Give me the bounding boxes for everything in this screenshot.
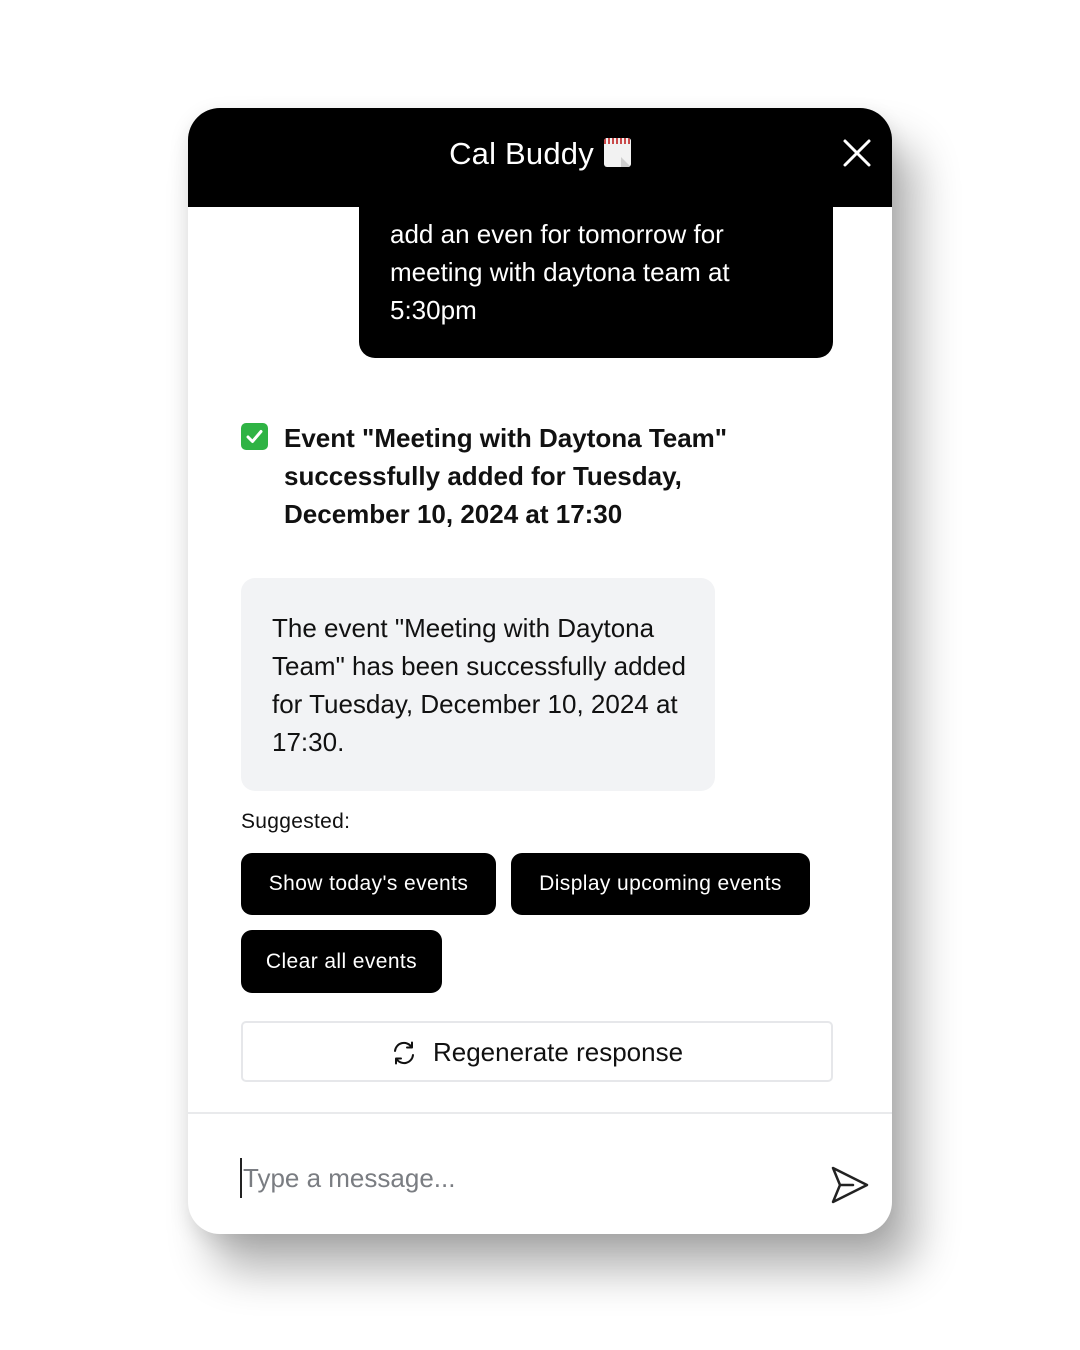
event-status-text: Event "Meeting with Daytona Team" succes… [284,423,728,529]
message-composer [188,1114,892,1234]
close-button[interactable] [842,138,872,168]
check-mark-icon [241,423,268,450]
chat-title: Cal Buddy [449,136,594,171]
send-button[interactable] [829,1164,871,1206]
suggestion-clear-all-events[interactable]: Clear all events [241,930,442,993]
message-list[interactable]: add an even for tomorrow for meeting wit… [188,108,892,1112]
send-icon [831,1166,869,1204]
refresh-icon [393,1041,414,1065]
user-message-text: add an even for tomorrow for meeting wit… [390,219,730,325]
assistant-message-bubble: The event "Meeting with Daytona Team" ha… [241,578,715,791]
chat-title-row: Cal Buddy [188,134,892,174]
calendar-icon [603,138,631,167]
suggested-label: Suggested: [241,810,351,833]
suggestion-display-upcoming-events[interactable]: Display upcoming events [511,853,810,915]
regenerate-response-button[interactable]: Regenerate response [241,1021,833,1082]
chat-widget: add an even for tomorrow for meeting wit… [188,108,892,1234]
regenerate-label: Regenerate response [432,1037,684,1067]
suggestion-show-todays-events[interactable]: Show today's events [241,853,496,915]
chat-header: Cal Buddy [188,108,892,207]
assistant-message-text: The event "Meeting with Daytona Team" ha… [272,613,686,757]
message-input[interactable] [240,1158,803,1198]
close-icon [843,139,871,167]
